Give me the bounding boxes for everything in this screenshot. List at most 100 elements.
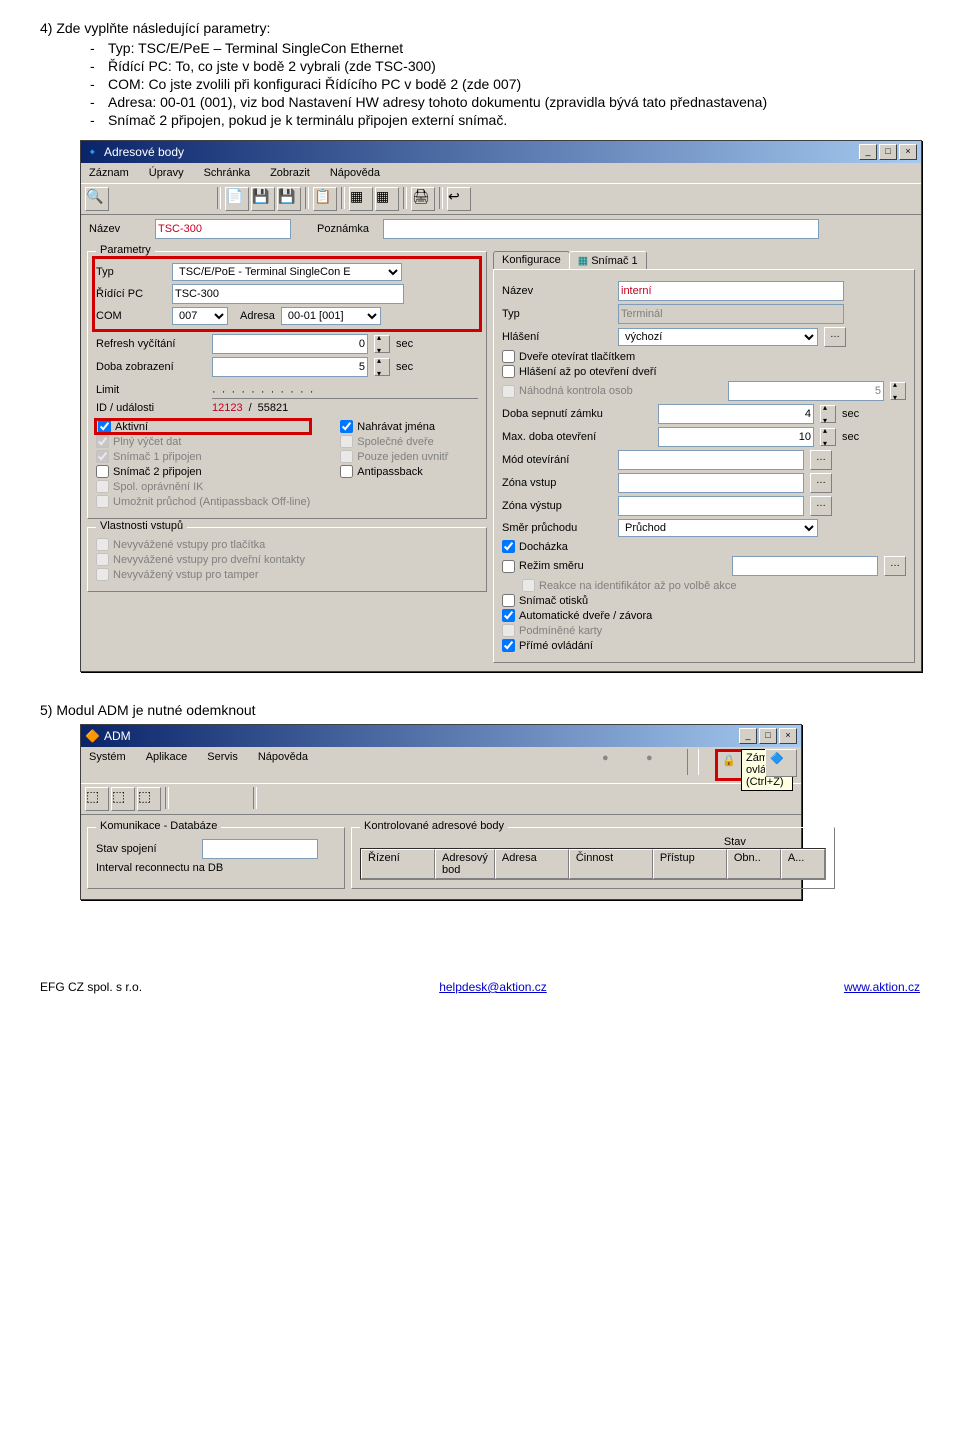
menu-zaznam[interactable]: Záznam [85, 165, 133, 181]
btn-mod-more[interactable]: … [810, 450, 832, 470]
label-poznamka: Poznámka [317, 223, 377, 235]
btn-hlaseni-more[interactable]: … [824, 327, 846, 347]
chk-auto[interactable]: Automatické dveře / závora [502, 609, 906, 622]
input-poznamka[interactable] [383, 219, 819, 239]
tool-dot-grey-icon[interactable]: ● [597, 749, 629, 777]
tool-nav-last-icon[interactable] [189, 187, 213, 211]
tool-exit-icon[interactable]: 🔷 [765, 749, 797, 777]
input-ridici[interactable] [172, 284, 404, 304]
input-max-doba[interactable] [658, 427, 814, 447]
tool-dot-grey2-icon[interactable]: ● [641, 749, 673, 777]
maximize-button[interactable]: □ [879, 144, 897, 160]
menu-napoveda[interactable]: Nápověda [326, 165, 384, 181]
tool-icon[interactable] [287, 787, 311, 811]
tab-snimac1[interactable]: ▦ Snímač 1 [569, 251, 647, 269]
tool-icon[interactable] [173, 787, 197, 811]
tool-print-icon[interactable]: 🖨 [411, 187, 435, 211]
close-button[interactable]: × [899, 144, 917, 160]
menu-schranka[interactable]: Schránka [200, 165, 254, 181]
chk-rezim[interactable]: Režim směru [502, 560, 726, 573]
chk-prime[interactable]: Přímé ovládání [502, 639, 906, 652]
label-stav-spojeni: Stav spojení [96, 843, 196, 855]
tool-save-icon[interactable]: 💾 [251, 187, 275, 211]
tool-nav-first-icon[interactable] [111, 187, 135, 211]
maximize-button[interactable]: □ [759, 728, 777, 744]
tool-icon[interactable]: ⬚ [137, 787, 161, 811]
input-refresh[interactable] [212, 334, 368, 354]
spinner-sepnuti[interactable] [820, 405, 836, 423]
chk-dvere-tl[interactable]: Dveře otevírat tlačítkem [502, 350, 906, 363]
select-s-hlaseni[interactable]: výchozí [618, 328, 818, 346]
chk-plny: Plný výčet dat [96, 435, 310, 448]
menu-servis[interactable]: Servis [203, 749, 242, 781]
chk-snimac2[interactable]: Snímač 2 připojen [96, 465, 310, 478]
chk-aktivni[interactable]: Aktivní [96, 420, 310, 433]
input-zona-vystup[interactable] [618, 496, 804, 516]
titlebar[interactable]: 🔹 Adresové body _ □ × [81, 141, 921, 163]
footer-left: EFG CZ spol. s r.o. [40, 980, 142, 994]
tool-icon[interactable]: ⬚ [85, 787, 109, 811]
input-mod[interactable] [618, 450, 804, 470]
menu-upravy[interactable]: Úpravy [145, 165, 188, 181]
menubar: Záznam Úpravy Schránka Zobrazit Nápověda [81, 163, 921, 183]
tool-saveall-icon[interactable]: 💾 [277, 187, 301, 211]
select-smer[interactable]: Průchod [618, 519, 818, 537]
tool-icon[interactable] [225, 787, 249, 811]
minimize-button[interactable]: _ [739, 728, 757, 744]
close-button[interactable]: × [779, 728, 797, 744]
footer-mail[interactable]: helpdesk@aktion.cz [439, 980, 547, 994]
menu-aplikace[interactable]: Aplikace [142, 749, 192, 781]
tool-icon[interactable] [261, 787, 285, 811]
limit-slider[interactable]: · · · · · · · · · · · [212, 380, 478, 399]
label-typ: Typ [96, 266, 166, 278]
btn-rezim-more[interactable]: … [884, 556, 906, 576]
select-adresa[interactable]: 00-01 [001] [281, 307, 381, 325]
input-doba-sepnuti[interactable] [658, 404, 814, 424]
chk-antipass[interactable]: Antipassback [340, 465, 448, 478]
spinner-maxdoba[interactable] [820, 428, 836, 446]
tool-search-icon[interactable]: 🔍 [85, 187, 109, 211]
col-adresbod[interactable]: Adresový bod [435, 849, 495, 879]
input-s-nazev[interactable] [618, 281, 844, 301]
unit-sec: sec [842, 431, 859, 443]
titlebar[interactable]: 🔶 ADM _ □ × [81, 725, 801, 747]
tool-icon[interactable] [199, 787, 223, 811]
minimize-button[interactable]: _ [859, 144, 877, 160]
input-doba[interactable] [212, 357, 368, 377]
tool-icon[interactable]: ⬚ [111, 787, 135, 811]
label-doba-sepnuti: Doba sepnutí zámku [502, 408, 652, 420]
spinner-doba[interactable] [374, 358, 390, 376]
tool-list-icon[interactable]: 📋 [313, 187, 337, 211]
chk-dochazka[interactable]: Docházka [502, 540, 906, 553]
col-obn[interactable]: Obn.. [727, 849, 781, 879]
spinner-refresh[interactable] [374, 335, 390, 353]
input-zona-vstup[interactable] [618, 473, 804, 493]
spinner-nahodna[interactable] [890, 382, 906, 400]
select-com[interactable]: 007 [172, 307, 228, 325]
tab-konfigurace[interactable]: Konfigurace [493, 251, 570, 269]
tool-nav-next-icon[interactable] [163, 187, 187, 211]
tool-grid2-icon[interactable]: ▦ [375, 187, 399, 211]
input-nazev[interactable] [155, 219, 291, 239]
tool-grid-icon[interactable]: ▦ [349, 187, 373, 211]
footer-web[interactable]: www.aktion.cz [844, 980, 920, 994]
btn-zonavystup-more[interactable]: … [810, 496, 832, 516]
menu-napoveda[interactable]: Nápověda [254, 749, 312, 781]
tool-exit-icon[interactable]: ↩ [447, 187, 471, 211]
input-stav[interactable] [202, 839, 318, 859]
col-cinnost[interactable]: Činnost [569, 849, 653, 879]
col-adresa[interactable]: Adresa [495, 849, 569, 879]
select-typ[interactable]: TSC/E/PoE - Terminal SingleCon E [172, 263, 402, 281]
btn-zonavstup-more[interactable]: … [810, 473, 832, 493]
col-rizeni[interactable]: Řízení [361, 849, 435, 879]
tool-new-icon[interactable]: 📄 [225, 187, 249, 211]
col-a[interactable]: A... [781, 849, 825, 879]
chk-nahravat[interactable]: Nahrávat jména [340, 420, 448, 433]
col-pristup[interactable]: Přístup [653, 849, 727, 879]
menu-zobrazit[interactable]: Zobrazit [266, 165, 314, 181]
menu-system[interactable]: Systém [85, 749, 130, 781]
input-rezim[interactable] [732, 556, 878, 576]
tool-nav-prev-icon[interactable] [137, 187, 161, 211]
chk-hlaseni-po[interactable]: Hlášení až po otevření dveří [502, 365, 906, 378]
chk-otisk[interactable]: Snímač otisků [502, 594, 906, 607]
